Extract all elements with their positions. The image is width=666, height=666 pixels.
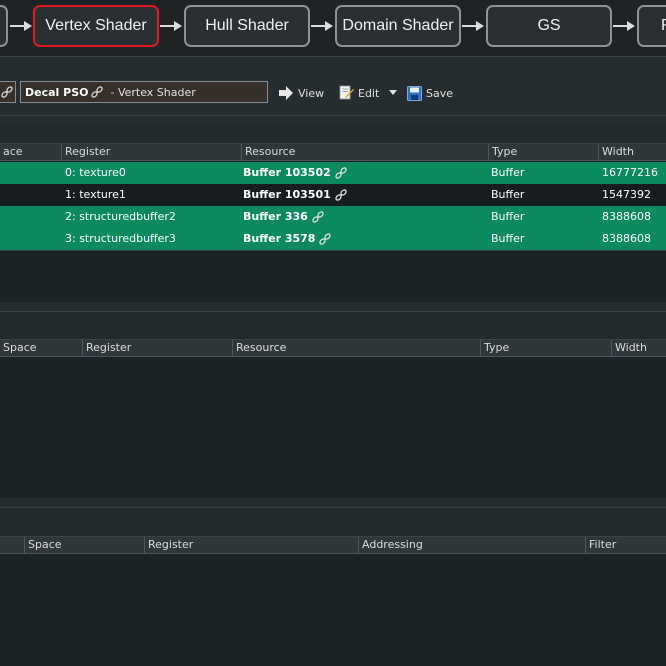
cell-register: 3: structuredbuffer3 bbox=[65, 232, 176, 245]
stage-rasterizer[interactable]: R bbox=[637, 5, 666, 47]
arrow-right-icon bbox=[279, 86, 293, 100]
pso-stage-label: - Vertex Shader bbox=[110, 85, 196, 99]
edit-button[interactable]: Edit bbox=[338, 84, 379, 102]
samplers-section-header[interactable] bbox=[0, 498, 666, 508]
col-resource[interactable]: Resource bbox=[232, 340, 480, 356]
cell-type: Buffer bbox=[491, 188, 525, 201]
section-divider bbox=[0, 250, 666, 251]
cell-resource[interactable]: Buffer 336 bbox=[240, 206, 325, 228]
col-type[interactable]: Type bbox=[480, 340, 611, 356]
stage-hull-shader[interactable]: Hull Shader bbox=[184, 5, 310, 47]
view-button[interactable]: View bbox=[278, 84, 324, 102]
arrow-right-icon bbox=[10, 21, 32, 31]
resources-subheader bbox=[0, 126, 666, 144]
save-disk-icon bbox=[407, 85, 422, 101]
link-icon[interactable] bbox=[90, 85, 104, 99]
link-icon[interactable] bbox=[318, 232, 332, 246]
cell-width: 8388608 bbox=[602, 232, 651, 245]
arrow-right-icon bbox=[462, 21, 484, 31]
arrow-right-icon bbox=[613, 21, 635, 31]
col-space[interactable]: ace bbox=[0, 144, 62, 160]
col-type[interactable]: Type bbox=[488, 144, 598, 160]
col-filter[interactable]: Filter bbox=[585, 537, 666, 553]
chevron-down-icon[interactable] bbox=[389, 90, 397, 96]
cell-width: 16777216 bbox=[602, 166, 658, 179]
save-button[interactable]: Save bbox=[407, 84, 453, 102]
arrow-right-icon bbox=[311, 21, 333, 31]
table-row[interactable]: 0: texture0 Buffer 103502 Buffer 1677721… bbox=[0, 162, 666, 184]
stage-geometry-shader[interactable]: GS bbox=[486, 5, 612, 47]
cell-type: Buffer bbox=[491, 210, 525, 223]
col-slot[interactable] bbox=[0, 537, 24, 553]
edit-label: Edit bbox=[358, 86, 380, 100]
shader-toolbar: Decal PSO - Vertex Shader View Edit Save bbox=[0, 57, 666, 116]
save-label: Save bbox=[426, 86, 454, 100]
uav-subheader bbox=[0, 312, 666, 340]
stage-vertex-shader[interactable]: Vertex Shader bbox=[33, 5, 159, 47]
table-row[interactable]: 3: structuredbuffer3 Buffer 3578 Buffer … bbox=[0, 228, 666, 250]
pso-name[interactable]: Decal PSO bbox=[25, 86, 88, 99]
shader-link-chip[interactable] bbox=[0, 81, 16, 103]
col-register[interactable]: Register bbox=[82, 340, 232, 356]
col-addressing[interactable]: Addressing bbox=[358, 537, 585, 553]
resource-name[interactable]: Buffer 103501 bbox=[243, 184, 331, 206]
resource-name[interactable]: Buffer 103502 bbox=[243, 162, 331, 184]
col-width[interactable]: Width bbox=[611, 340, 666, 356]
cell-type: Buffer bbox=[491, 166, 525, 179]
cell-width: 8388608 bbox=[602, 210, 651, 223]
edit-document-icon bbox=[339, 85, 354, 100]
resource-name[interactable]: Buffer 3578 bbox=[243, 228, 315, 250]
table-row[interactable]: 1: texture1 Buffer 103501 Buffer 1547392 bbox=[0, 184, 666, 206]
cell-register: 0: texture0 bbox=[65, 166, 126, 179]
col-space[interactable]: Space bbox=[0, 340, 82, 356]
col-space[interactable]: Space bbox=[24, 537, 144, 553]
uav-section-header[interactable] bbox=[0, 302, 666, 312]
col-width[interactable]: Width bbox=[598, 144, 666, 160]
pipeline-flow: Vertex Shader Hull Shader Domain Shader … bbox=[0, 0, 666, 57]
link-icon[interactable] bbox=[334, 166, 348, 180]
cell-register: 2: structuredbuffer2 bbox=[65, 210, 176, 223]
link-icon bbox=[1, 86, 13, 98]
col-resource[interactable]: Resource bbox=[241, 144, 488, 160]
cell-resource[interactable]: Buffer 3578 bbox=[240, 228, 332, 250]
resources-column-header: ace Register Resource Type Width bbox=[0, 144, 666, 161]
uav-column-header: Space Register Resource Type Width bbox=[0, 340, 666, 357]
samplers-column-header: Space Register Addressing Filter bbox=[0, 537, 666, 554]
samplers-subheader bbox=[0, 508, 666, 537]
cell-width: 1547392 bbox=[602, 188, 651, 201]
view-label: View bbox=[298, 86, 325, 100]
cell-type: Buffer bbox=[491, 232, 525, 245]
link-icon[interactable] bbox=[334, 188, 348, 202]
link-icon[interactable] bbox=[311, 210, 325, 224]
cell-register: 1: texture1 bbox=[65, 188, 126, 201]
stage-input-assembler[interactable] bbox=[0, 5, 8, 47]
resource-name[interactable]: Buffer 336 bbox=[243, 206, 308, 228]
cell-resource[interactable]: Buffer 103501 bbox=[240, 184, 348, 206]
table-row[interactable]: 2: structuredbuffer2 Buffer 336 Buffer 8… bbox=[0, 206, 666, 228]
col-register[interactable]: Register bbox=[61, 144, 241, 160]
stage-domain-shader[interactable]: Domain Shader bbox=[335, 5, 461, 47]
col-register[interactable]: Register bbox=[144, 537, 358, 553]
arrow-right-icon bbox=[160, 21, 182, 31]
cell-resource[interactable]: Buffer 103502 bbox=[240, 162, 348, 184]
pipeline-state-field[interactable]: Decal PSO - Vertex Shader bbox=[20, 81, 268, 103]
